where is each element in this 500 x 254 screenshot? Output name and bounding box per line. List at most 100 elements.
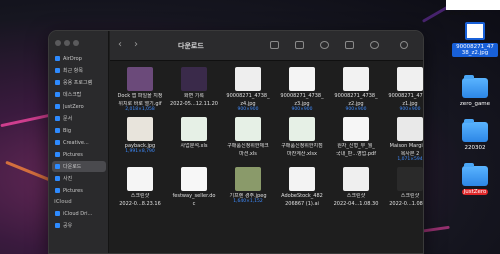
sidebar-item[interactable]: 공유 xyxy=(52,220,106,231)
file-thumbnail xyxy=(397,67,423,91)
file-item[interactable]: 스크린샷 2022-0...1.08.23 xyxy=(382,167,424,217)
wallpaper-streak xyxy=(5,160,53,183)
file-name: 구매품신청위한지점 xyxy=(281,143,323,149)
file-item[interactable]: 구매품신청위한지점 마찬계산.xlsx xyxy=(274,117,330,167)
selected-label: 90008271_47 38_z2.jpg xyxy=(452,43,498,57)
file-item[interactable]: 기프렌 경주.jpeg 1,640×1,152 xyxy=(220,167,276,217)
file-thumbnail xyxy=(127,67,153,91)
desktop-item-label: 220302 xyxy=(464,145,486,151)
sidebar-item-label: 문서 xyxy=(63,116,73,122)
sidebar-item-label: Creative... xyxy=(63,139,89,146)
file-item[interactable]: 90008271_4738_z1.jpg900×900 xyxy=(382,67,423,117)
desktop-item[interactable]: JustZero xyxy=(452,163,498,195)
desktop-item-label: zero_game xyxy=(459,101,491,107)
sidebar-section-header: iCloud xyxy=(54,199,72,205)
file-name-line2: 마션.xls xyxy=(239,151,257,157)
action-icon[interactable] xyxy=(370,41,379,49)
file-item[interactable]: 사업분석.xls xyxy=(166,117,222,167)
desktop-item[interactable]: zero_game xyxy=(452,75,498,107)
window-controls xyxy=(55,40,79,46)
share-icon[interactable] xyxy=(320,41,329,49)
folder-icon xyxy=(462,75,488,98)
file-name: 90008271_4738_ xyxy=(226,93,270,99)
desktop-item-label: JustZero xyxy=(452,189,498,195)
folder-icon xyxy=(55,116,60,121)
window-title: 다운로드 xyxy=(178,42,204,50)
file-dimensions: 900×900 xyxy=(345,107,367,112)
file-name-line2: 2022-0...1.08.23 xyxy=(389,201,424,207)
sidebar-item-label: 최근 항목 xyxy=(63,68,83,74)
file-name-line2: 국내_판...영업.pdf xyxy=(336,151,376,157)
file-item[interactable]: payback.jpg 1,991×8,790 xyxy=(112,117,168,167)
file-item[interactable]: 화면 기록 2022-05...12.11.20 xyxy=(166,67,222,117)
file-item[interactable]: 90008271_4738_ z4.jpg 900×900 xyxy=(220,67,276,117)
file-item[interactable]: Dock 앱 파일을 지정 위치로 바로 열기.gif 2,018×1,058 xyxy=(112,67,168,117)
finder-toolbar: ‹ › 다운로드 xyxy=(110,31,423,61)
file-item[interactable]: 스크린샷 2022-0...8.23.16 xyxy=(112,167,168,217)
view-grid-icon[interactable] xyxy=(270,41,279,49)
menubar-window[interactable]: Windows 7 xyxy=(446,0,500,17)
file-thumbnail xyxy=(343,117,369,141)
file-item[interactable]: AdobeStock_482 206867 (1).ai xyxy=(274,167,330,217)
file-item[interactable]: 90008271_4738_ z2.jpg 900×900 xyxy=(328,67,384,117)
zoom-button[interactable] xyxy=(73,40,79,46)
close-button[interactable] xyxy=(55,40,61,46)
sidebar-item[interactable]: Pictures xyxy=(52,149,106,160)
sidebar-item[interactable]: 응용 프로그램 xyxy=(52,77,106,88)
file-name-line2: 2022-05...12.11.20 xyxy=(170,101,218,107)
forward-button[interactable]: › xyxy=(134,40,138,50)
file-dimensions: 1,991×8,790 xyxy=(125,149,155,154)
sidebar-item-label: iCloud Dri... xyxy=(63,210,93,217)
file-name: AdobeStock_482 xyxy=(281,193,323,199)
desktop-item[interactable]: 90008271_47 38_z2.jpg xyxy=(452,22,498,57)
sidebar-item[interactable]: iCloud Dri... xyxy=(52,208,106,219)
file-name: 구매품신청위한체크 xyxy=(227,143,269,149)
folder-icon xyxy=(55,104,60,109)
file-name: 스크린샷 xyxy=(130,193,150,199)
sidebar-item[interactable]: Creative... xyxy=(52,137,106,148)
file-thumbnail xyxy=(235,67,261,91)
file-thumbnail xyxy=(235,117,261,141)
file-name-line2: 2022-04...1.08.30 xyxy=(333,201,379,207)
sidebar-item-label: Pictures xyxy=(63,187,83,194)
search-icon[interactable] xyxy=(400,41,408,49)
minimize-button[interactable] xyxy=(64,40,70,46)
file-item[interactable]: 스크린샷 2022-04...1.08.30 xyxy=(328,167,384,217)
file-dimensions: 900×900 xyxy=(399,107,421,112)
tag-icon[interactable] xyxy=(345,41,354,49)
file-thumbnail xyxy=(181,117,207,141)
file-thumbnail xyxy=(127,167,153,191)
file-thumbnail xyxy=(127,117,153,141)
sidebar-item-label: 공유 xyxy=(63,223,73,229)
sidebar-item[interactable]: 데스크탑 xyxy=(52,89,106,100)
file-item[interactable]: Maison Margiela복사본 21,071×594 xyxy=(382,117,423,167)
file-thumbnail xyxy=(289,117,315,141)
view-options-icon[interactable] xyxy=(295,41,304,49)
file-thumbnail xyxy=(181,167,207,191)
file-item[interactable]: 원자_신형_무_월_ 국내_판...영업.pdf xyxy=(328,117,384,167)
sidebar-item[interactable]: Big xyxy=(52,125,106,136)
file-item[interactable]: festway_seller.do c xyxy=(166,167,222,217)
sidebar-item-label: 응용 프로그램 xyxy=(63,80,93,86)
file-item[interactable]: 90008271_4738_ z3.jpg 900×900 xyxy=(274,67,330,117)
folder-icon xyxy=(55,152,60,157)
folder-icon xyxy=(55,188,60,193)
file-name: Dock 앱 파일을 지정 xyxy=(117,93,163,99)
sidebar-item[interactable]: 사진 xyxy=(52,173,106,184)
sidebar-item[interactable]: 다운로드 xyxy=(52,161,106,172)
sidebar-item-label: AirDrop xyxy=(63,55,82,62)
back-button[interactable]: ‹ xyxy=(118,40,122,50)
sidebar-item[interactable]: 최근 항목 xyxy=(52,65,106,76)
desktop-item[interactable]: 220302 xyxy=(452,119,498,151)
sidebar-item[interactable]: 문서 xyxy=(52,113,106,124)
folder-icon xyxy=(55,80,60,85)
file-item[interactable]: 구매품신청위한체크마션.xls xyxy=(220,117,276,167)
sidebar-item[interactable]: Pictures xyxy=(52,185,106,196)
file-name: 90008271_4738_ xyxy=(334,93,378,99)
file-dimensions: 1,071×594 xyxy=(397,157,423,162)
folder-icon xyxy=(55,128,60,133)
sidebar-item[interactable]: JustZero xyxy=(52,101,106,112)
sidebar-item[interactable]: AirDrop xyxy=(52,53,106,64)
file-name-line2: 206867 (1).ai xyxy=(285,201,319,207)
folder-icon xyxy=(55,92,60,97)
